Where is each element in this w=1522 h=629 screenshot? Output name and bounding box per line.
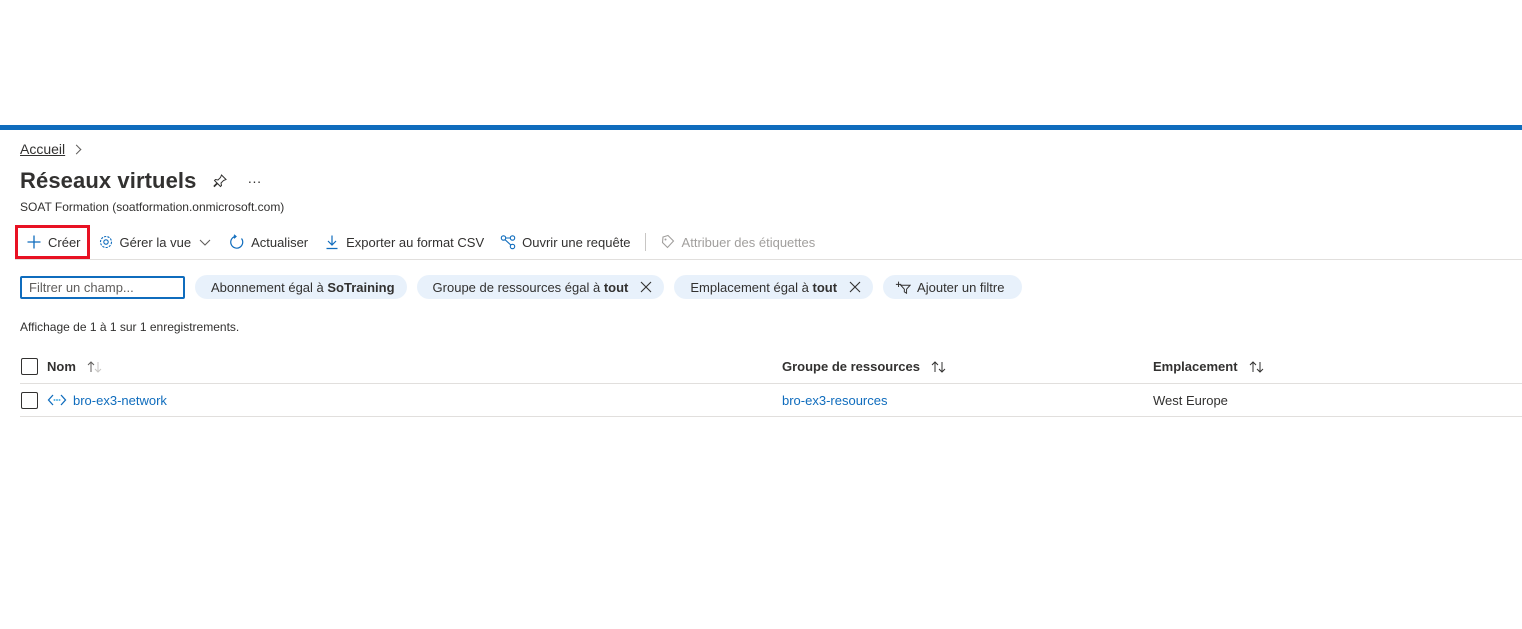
filter-pill-location[interactable]: Emplacement égal à tout — [674, 275, 874, 299]
gear-icon — [98, 234, 114, 250]
filter-resource-group-value: tout — [603, 279, 629, 295]
filter-subscription-text: Abonnement égal à SoTraining — [211, 280, 395, 295]
filter-location-value: tout — [812, 279, 838, 295]
filter-resource-group-text: Groupe de ressources égal à tout — [433, 280, 629, 295]
query-graph-icon — [500, 234, 516, 250]
refresh-button[interactable]: Actualiser — [221, 226, 316, 258]
page-subtitle: SOAT Formation (soatformation.onmicrosof… — [20, 200, 285, 214]
resource-name-link[interactable]: bro-ex3-network — [73, 393, 167, 408]
manage-view-label: Gérer la vue — [119, 234, 192, 250]
chevron-right-icon — [71, 144, 82, 155]
filter-pill-subscription[interactable]: Abonnement égal à SoTraining — [195, 275, 407, 299]
pin-icon[interactable] — [210, 171, 230, 191]
select-all-checkbox[interactable] — [21, 358, 38, 375]
open-query-button[interactable]: Ouvrir une requête — [492, 226, 638, 258]
filter-subscription-prefix: Abonnement égal à — [211, 279, 328, 295]
top-accent-bar — [0, 125, 1522, 130]
column-header-name-label: Nom — [47, 359, 76, 374]
column-header-location-label: Emplacement — [1153, 359, 1238, 374]
toolbar-separator — [644, 233, 646, 251]
table-row: bro-ex3-network bro-ex3-resources West E… — [20, 384, 1522, 417]
add-filter-label: Ajouter un filtre — [917, 279, 1005, 295]
filter-pill-resource-group[interactable]: Groupe de ressources égal à tout — [416, 275, 665, 299]
title-row: Réseaux virtuels ··· — [20, 168, 264, 194]
record-count: Affichage de 1 à 1 sur 1 enregistrements… — [20, 320, 240, 334]
close-icon[interactable] — [640, 281, 652, 293]
location-value: West Europe — [1153, 392, 1228, 408]
filter-location-prefix: Emplacement égal à — [690, 279, 813, 295]
page-title: Réseaux virtuels — [20, 168, 197, 193]
table-header-row: Nom Groupe de ressources Emplacement — [20, 350, 1522, 384]
sort-icon — [86, 360, 104, 374]
filter-bar: Abonnement égal à SoTraining Groupe de r… — [20, 275, 1023, 299]
open-query-label: Ouvrir une requête — [522, 234, 631, 250]
breadcrumb: Accueil — [20, 141, 82, 157]
page: Accueil Réseaux virtuels ··· SOAT Format… — [0, 0, 1522, 629]
cell-resource-group: bro-ex3-resources — [782, 393, 888, 408]
row-checkbox[interactable] — [21, 391, 38, 409]
cell-name: bro-ex3-network — [47, 392, 167, 408]
virtual-network-icon — [47, 392, 67, 408]
tag-icon — [660, 234, 676, 250]
command-bar: Créer Gérer la vue Actualiser Exporter a… — [15, 225, 823, 259]
export-csv-label: Exporter au format CSV — [346, 234, 485, 250]
add-filter-icon — [895, 279, 912, 295]
column-header-resource-group[interactable]: Groupe de ressources — [782, 359, 948, 374]
refresh-icon — [229, 234, 245, 250]
chevron-down-icon — [197, 234, 213, 250]
resource-table: Nom Groupe de ressources Emplacement bro… — [20, 350, 1522, 417]
column-header-resource-group-label: Groupe de ressources — [782, 359, 920, 374]
filter-field-input[interactable] — [20, 275, 185, 299]
cell-location: West Europe — [1153, 393, 1228, 408]
more-options-icon[interactable]: ··· — [244, 171, 264, 191]
toolbar-divider — [15, 259, 1522, 260]
plus-icon — [26, 234, 42, 250]
filter-location-text: Emplacement égal à tout — [690, 280, 837, 295]
close-icon[interactable] — [849, 281, 861, 293]
assign-tags-label: Attribuer des étiquettes — [681, 234, 816, 250]
sort-icon — [1248, 360, 1266, 374]
filter-resource-group-prefix: Groupe de ressources égal à — [432, 279, 604, 295]
refresh-label: Actualiser — [251, 234, 309, 250]
column-header-name[interactable]: Nom — [47, 359, 104, 374]
export-csv-button[interactable]: Exporter au format CSV — [316, 226, 492, 258]
manage-view-button[interactable]: Gérer la vue — [90, 226, 222, 258]
create-label: Créer — [48, 234, 81, 250]
breadcrumb-home-link[interactable]: Accueil — [20, 141, 65, 157]
column-header-location[interactable]: Emplacement — [1153, 359, 1266, 374]
download-icon — [324, 234, 340, 250]
assign-tags-button[interactable]: Attribuer des étiquettes — [652, 226, 824, 258]
resource-group-link[interactable]: bro-ex3-resources — [782, 393, 888, 408]
create-button[interactable]: Créer — [15, 225, 90, 259]
filter-subscription-value: SoTraining — [327, 279, 395, 295]
add-filter-button[interactable]: Ajouter un filtre — [883, 275, 1023, 299]
sort-icon — [930, 360, 948, 374]
